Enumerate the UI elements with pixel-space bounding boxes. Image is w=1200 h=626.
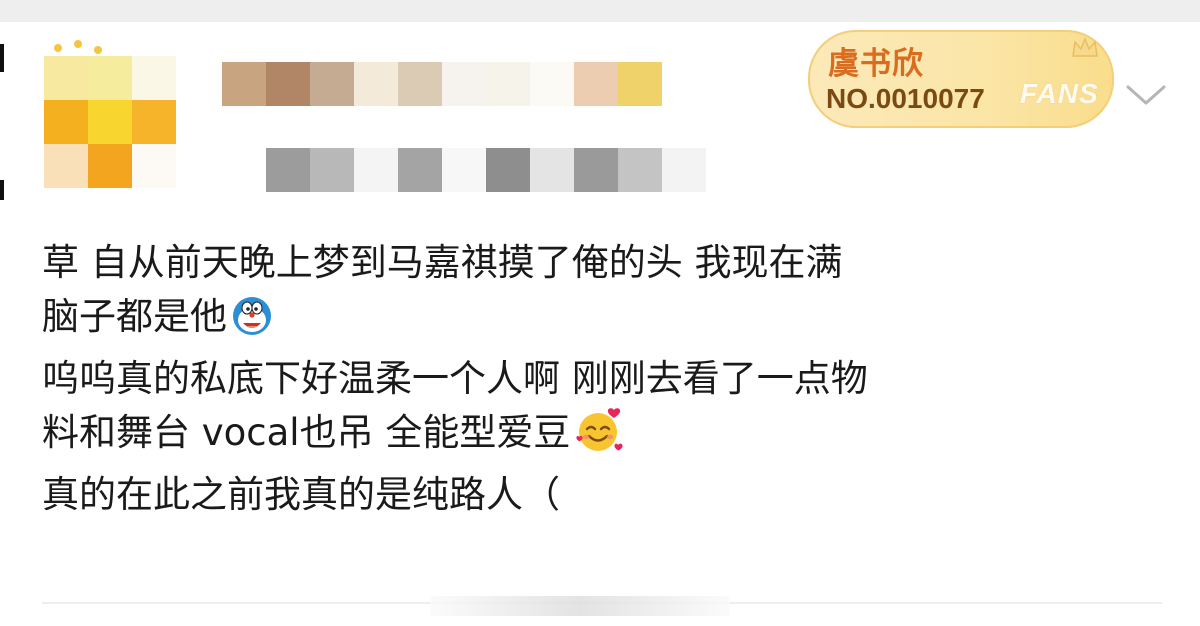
username-blurred[interactable] — [222, 62, 672, 106]
post-line: 真的在此之前我真的是纯路人（ — [42, 473, 560, 516]
post-line: 呜呜真的私底下好温柔一个人啊 刚刚去看了一点物 — [42, 357, 868, 400]
post-line: 草 自从前天晚上梦到马嘉祺摸了俺的头 我现在满 — [42, 241, 843, 284]
badge-fans-tag: FANS — [1020, 78, 1099, 109]
post-body: 草 自从前天晚上梦到马嘉祺摸了俺的头 我现在满 脑子都是他 呜呜真的私底下好温柔… — [42, 236, 1152, 522]
badge-number: NO.0010077 — [826, 83, 985, 114]
post-line-with-emoji: 料和舞台 vocal也吊 全能型爱豆 — [42, 406, 1152, 468]
smiling-face-with-hearts-emoji-icon — [574, 407, 626, 468]
post-line: 脑子都是他 — [42, 295, 227, 338]
post-meta-blurred — [266, 148, 716, 192]
crown-icon — [1072, 36, 1098, 57]
chevron-down-icon[interactable] — [1124, 82, 1168, 108]
edge-mark — [0, 44, 4, 72]
badge-name: 虞书欣 — [828, 46, 924, 82]
post-line-with-emoji: 脑子都是他 — [42, 290, 1152, 352]
edge-mark — [0, 180, 4, 200]
post-line: 料和舞台 vocal也吊 全能型爱豆 — [42, 411, 571, 454]
fan-badge[interactable]: 虞书欣 NO.0010077 FANS — [808, 30, 1114, 128]
footer-blurred — [430, 596, 730, 616]
avatar[interactable] — [44, 40, 178, 194]
doraemon-emoji-icon — [231, 295, 273, 352]
top-bar — [0, 0, 1200, 22]
